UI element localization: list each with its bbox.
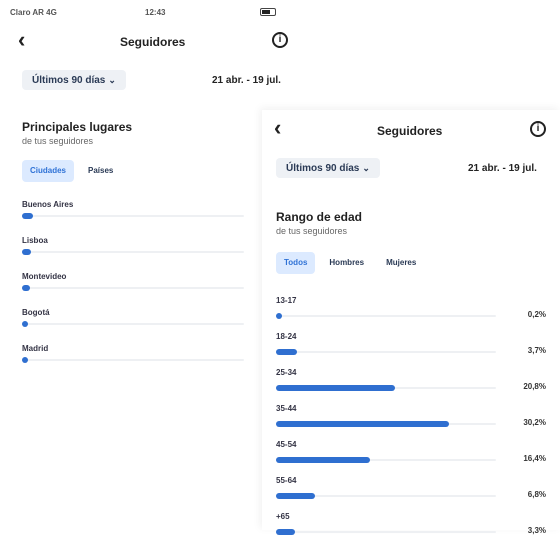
clock: 12:43 — [145, 8, 166, 17]
list-item-value: 20,8% — [523, 382, 546, 391]
progress-fill — [276, 493, 315, 499]
list-item-value: 30,2% — [523, 418, 546, 427]
list-item-label: 25-34 — [276, 368, 297, 377]
progress-track — [276, 421, 496, 427]
tab-countries[interactable]: Países — [80, 160, 122, 182]
filter-row: Últimos 90 días ⌄ 21 abr. - 19 jul. — [0, 70, 300, 94]
progress-fill — [276, 421, 449, 427]
progress-track — [22, 285, 244, 291]
list-item: 25-34 20,8% — [276, 368, 546, 404]
list-item-label: 55-64 — [276, 476, 297, 485]
list-item: 55-64 6,8% — [276, 476, 546, 512]
list-item-value: 6,8% — [527, 490, 546, 499]
carrier-label: Claro AR 4G — [10, 8, 57, 17]
section-title: Rango de edad — [276, 210, 363, 224]
page-title: Seguidores — [120, 35, 186, 49]
progress-track — [276, 313, 496, 319]
list-item: 18-24 3,7% — [276, 332, 546, 368]
list-item: Bogotá — [22, 308, 247, 344]
progress-track — [22, 321, 244, 327]
list-item-label: Madrid — [22, 344, 49, 353]
location-tabs: Ciudades Países — [22, 160, 122, 182]
progress-fill — [276, 313, 282, 319]
progress-track — [276, 529, 496, 535]
nav-bar: ‹ Seguidores i — [0, 29, 300, 54]
back-chevron-icon[interactable]: ‹ — [274, 117, 281, 139]
list-item-label: Buenos Aires — [22, 200, 74, 209]
followers-screen-right: ‹ Seguidores i Últimos 90 días ⌄ 21 abr. … — [262, 110, 560, 535]
progress-fill — [22, 321, 28, 327]
progress-track — [276, 349, 496, 355]
info-icon[interactable]: i — [272, 32, 288, 48]
list-item: 45-54 16,4% — [276, 440, 546, 476]
progress-fill — [22, 249, 31, 255]
gender-tabs: Todos Hombres Mujeres — [276, 252, 425, 274]
progress-fill — [22, 213, 34, 219]
list-item: Madrid — [22, 344, 247, 380]
progress-fill — [22, 285, 30, 291]
chevron-down-icon: ⌄ — [362, 163, 370, 173]
page-title: Seguidores — [377, 124, 443, 138]
battery-icon — [260, 8, 276, 16]
progress-track — [22, 213, 244, 219]
list-item-label: 18-24 — [276, 332, 297, 341]
list-item: Lisboa — [22, 236, 247, 272]
list-item-value: 3,3% — [527, 526, 546, 535]
list-item: +65 3,3% — [276, 512, 546, 548]
chevron-down-icon: ⌄ — [108, 75, 116, 85]
section-subtitle: de tus seguidores — [22, 136, 94, 146]
progress-track — [276, 457, 496, 463]
progress-fill — [276, 457, 370, 463]
tab-men[interactable]: Hombres — [321, 252, 373, 274]
list-item: 35-44 30,2% — [276, 404, 546, 440]
list-item-label: Bogotá — [22, 308, 50, 317]
tab-women[interactable]: Mujeres — [378, 252, 425, 274]
followers-screen-left: Claro AR 4G 12:43 ‹ Seguidores i Últimos… — [0, 0, 300, 530]
dropdown-label: Últimos 90 días — [32, 75, 106, 86]
date-range-text: 21 abr. - 19 jul. — [468, 163, 537, 174]
back-chevron-icon[interactable]: ‹ — [18, 29, 25, 51]
nav-bar: ‹ Seguidores i — [262, 117, 560, 142]
list-item-label: +65 — [276, 512, 290, 521]
progress-track — [276, 493, 496, 499]
date-range-dropdown[interactable]: Últimos 90 días ⌄ — [22, 70, 126, 90]
section-subtitle: de tus seguidores — [276, 226, 348, 236]
tab-all[interactable]: Todos — [276, 252, 316, 274]
list-item-label: Lisboa — [22, 236, 48, 245]
list-item-label: 35-44 — [276, 404, 297, 413]
section-title: Principales lugares — [22, 120, 133, 134]
progress-track — [22, 249, 244, 255]
list-item-label: Montevideo — [22, 272, 67, 281]
progress-fill — [276, 349, 298, 355]
date-range-text: 21 abr. - 19 jul. — [212, 75, 281, 86]
list-item-value: 0,2% — [527, 310, 546, 319]
list-item: Buenos Aires — [22, 200, 247, 236]
tab-cities[interactable]: Ciudades — [22, 160, 75, 182]
progress-track — [22, 357, 244, 363]
list-item: 13-17 0,2% — [276, 296, 546, 332]
info-icon[interactable]: i — [530, 121, 546, 137]
list-item-label: 45-54 — [276, 440, 297, 449]
list-item: Montevideo — [22, 272, 247, 308]
date-range-dropdown[interactable]: Últimos 90 días ⌄ — [276, 158, 380, 178]
list-item-value: 3,7% — [527, 346, 546, 355]
list-item-value: 16,4% — [523, 454, 546, 463]
list-item-label: 13-17 — [276, 296, 297, 305]
progress-fill — [22, 357, 28, 363]
progress-fill — [276, 385, 395, 391]
dropdown-label: Últimos 90 días — [286, 163, 360, 174]
filter-row: Últimos 90 días ⌄ 21 abr. - 19 jul. — [262, 158, 560, 182]
progress-track — [276, 385, 496, 391]
